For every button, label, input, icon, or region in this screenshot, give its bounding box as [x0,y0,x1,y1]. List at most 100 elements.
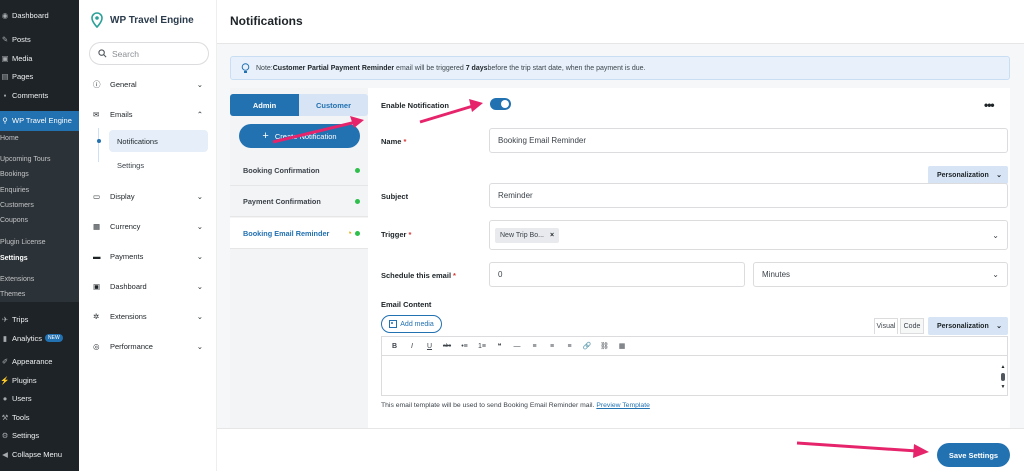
nav-dashboard[interactable]: ▣ Dashboard ⌄ [93,276,203,296]
travel-icon: ⚲ [2,116,8,125]
brush-icon: ✐ [1,357,9,367]
wp-sub-themes[interactable]: Themes [0,287,79,302]
wp-menu-collapse[interactable]: ◀ Collapse Menu [0,445,79,464]
align-left-button[interactable]: ≡ [527,339,542,353]
comment-icon: ▪ [3,90,7,100]
subject-personalization-button[interactable]: Personalization ⌄ [928,166,1008,184]
scroll-down-icon[interactable]: ▼ [1001,384,1006,390]
toolbar-toggle-button[interactable]: ▦ [615,339,630,353]
chevron-down-icon: ⌄ [196,221,203,231]
wp-menu-dashboard[interactable]: ◉ Dashboard [0,6,79,25]
tab-visual[interactable]: Visual [874,318,898,334]
align-center-button[interactable]: ≡ [545,339,560,353]
email-content-editor[interactable]: ▲ ▼ [381,356,1008,396]
plugin-nav: WP Travel Engine Search ⓘ General ⌄ ✉ Email… [79,0,217,471]
add-media-button[interactable]: Add media [381,315,442,333]
align-right-button[interactable]: ≡ [562,339,577,353]
more-options-icon[interactable]: ••• [984,98,995,112]
blockquote-button[interactable]: ❝ [492,339,507,353]
wp-sub-bookings[interactable]: Bookings [0,167,79,182]
wp-menu-pages[interactable]: ▤ Pages [0,68,79,87]
new-badge: NEW [45,334,63,343]
wp-menu-settings[interactable]: ⚙ Settings [0,426,79,445]
nav-emails[interactable]: ✉ Emails ⌃ [93,104,203,124]
wp-menu-tools[interactable]: ⚒ Tools [0,408,79,427]
scroll-thumb[interactable] [1001,373,1005,381]
list-item-booking-confirmation[interactable]: Booking Confirmation [230,155,368,186]
wp-sub-enquiries[interactable]: Enquiries [0,182,79,197]
remove-link-button[interactable]: ⛓ [597,339,612,353]
strikethrough-button[interactable]: abc [440,339,455,353]
help-text: This email template will be used to send… [381,402,650,409]
wp-menu-comments[interactable]: ▪ Comments [0,86,79,105]
schedule-unit-select[interactable]: Minutes ⌄ [753,262,1008,287]
status-dot [355,167,360,173]
subject-input[interactable]: Reminder [489,183,1008,208]
trigger-select[interactable]: New Trip Bo... × ⌄ [489,220,1008,250]
nav-currency[interactable]: ▦ Currency ⌄ [93,216,203,236]
wp-menu-analytics[interactable]: ▮ Analytics NEW [0,329,79,348]
wp-menu-travel-engine[interactable]: ⚲ WP Travel Engine [0,110,79,131]
enable-notification-toggle[interactable] [490,98,511,110]
bullet-list-button[interactable]: •≡ [457,339,472,353]
footer-bar: Save Settings [217,428,1024,471]
remove-tag-icon[interactable]: × [550,232,554,239]
chevron-down-icon: ⌄ [196,341,203,351]
wp-menu-posts[interactable]: ✎ Posts [0,31,79,50]
wp-sub-home[interactable]: Home [0,131,79,146]
wp-sub-plugin-license[interactable]: Plugin License [0,235,79,250]
underline-button[interactable]: U [422,339,437,353]
nav-performance[interactable]: ◎ Performance ⌄ [93,336,203,356]
wp-menu-plugins[interactable]: ⚡ Plugins [0,371,79,390]
wp-menu-users[interactable]: ● Users [0,389,79,408]
numbered-list-button[interactable]: 1≡ [475,339,490,353]
wp-sub-coupons[interactable]: Coupons [0,213,79,228]
list-item-payment-confirmation[interactable]: Payment Confirmation [230,186,368,217]
pages-icon: ▤ [1,72,9,82]
nav-sub-notifications[interactable]: Notifications [109,130,208,152]
italic-button[interactable]: I [405,339,420,353]
preview-template-link[interactable]: Preview Template [596,402,650,409]
schedule-value-input[interactable]: 0 [489,262,745,287]
tab-admin[interactable]: Admin [230,94,299,116]
list-item-booking-email-reminder[interactable]: Booking Email Reminder ◔ [230,218,368,249]
wp-menu-trips[interactable]: ✈ Trips [0,310,79,329]
media-icon [389,320,398,328]
required-asterisk: * [403,137,407,146]
search-input[interactable]: Search [89,42,209,65]
scroll-up-icon[interactable]: ▲ [1001,364,1006,370]
nav-extensions[interactable]: ✲ Extensions ⌄ [93,306,203,326]
recipient-tabs: Admin Customer [230,94,368,116]
horizontal-line-button[interactable]: — [510,339,525,353]
clock-icon: ◔ [346,228,352,238]
lightbulb-icon [241,62,250,73]
create-notification-button[interactable]: + Create Notification [239,124,360,148]
plugin-logo: WP Travel Engine [89,12,194,28]
chevron-down-icon: ⌄ [996,323,1002,330]
content-personalization-button[interactable]: Personalization ⌄ [928,317,1008,335]
card-icon: ▬ [93,251,101,261]
bold-button[interactable]: B [387,339,402,353]
notifications-panel: Admin Customer + Create Notification Book… [230,88,1010,428]
chevron-up-icon: ⌃ [196,109,203,119]
name-input[interactable]: Booking Email Reminder [489,128,1008,153]
nav-general[interactable]: ⓘ General ⌄ [93,74,203,94]
wp-menu-appearance[interactable]: ✐ Appearance [0,352,79,371]
editor-scrollbar[interactable]: ▲ ▼ [1000,364,1006,390]
nav-payments[interactable]: ▬ Payments ⌄ [93,246,203,266]
wp-sub-settings[interactable]: Settings [0,251,79,266]
insert-link-button[interactable]: 🔗 [580,339,595,353]
save-settings-button[interactable]: Save Settings [937,443,1010,467]
wp-sub-upcoming-tours[interactable]: Upcoming Tours [0,152,79,167]
wp-sub-extensions[interactable]: Extensions [0,272,79,287]
tab-customer[interactable]: Customer [299,94,368,116]
nav-sub-settings[interactable]: Settings [109,154,208,176]
nav-display[interactable]: ▭ Display ⌄ [93,186,203,206]
wp-menu-media[interactable]: ▣ Media [0,49,79,68]
status-dot [355,230,360,236]
wp-sub-customers[interactable]: Customers [0,198,79,213]
pin-icon: ✎ [1,35,9,45]
gauge-icon: ◎ [93,341,100,351]
trigger-label: Trigger * [381,230,412,239]
tab-code[interactable]: Code [900,318,924,334]
